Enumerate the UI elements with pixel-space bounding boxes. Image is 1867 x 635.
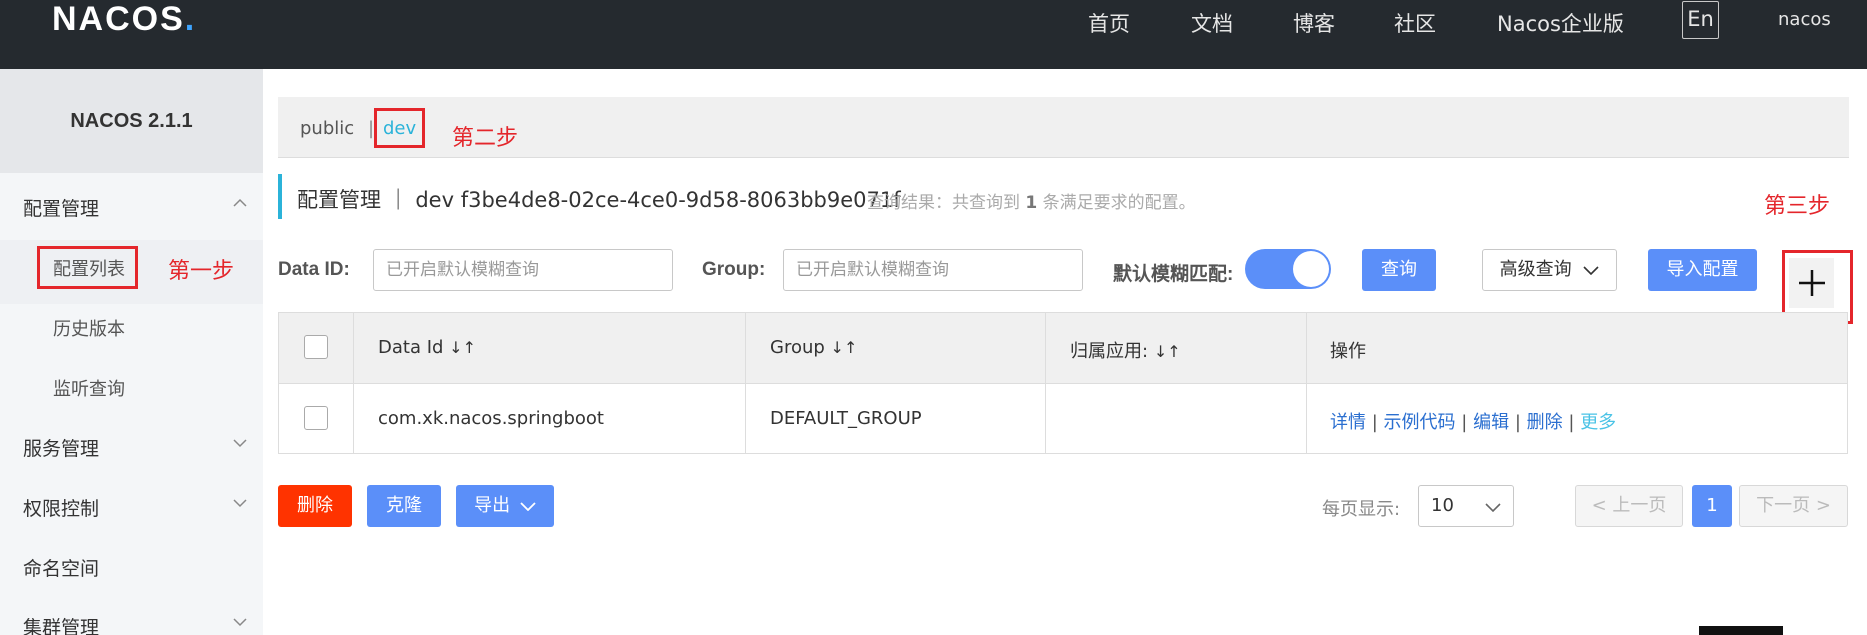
sidebar-item-history[interactable]: 历史版本 <box>53 315 125 341</box>
row-operations: 详情 | 示例代码 | 编辑 | 删除 | 更多 <box>1330 412 1617 433</box>
query-result-text: 查询结果：共查询到 1 条满足要求的配置。 <box>867 193 1196 213</box>
toggle-knob <box>1293 251 1329 287</box>
sidebar: NACOS 2.1.1 配置管理 配置列表 历史版本 监听查询 服务管理 权限控… <box>0 69 263 635</box>
version-label: NACOS 2.1.1 <box>0 69 263 173</box>
detail-link[interactable]: 详情 <box>1330 412 1366 433</box>
fuzzy-match-label: 默认模糊匹配: <box>1113 264 1234 285</box>
user-menu[interactable]: nacos <box>1778 9 1831 30</box>
sidebar-group-config[interactable]: 配置管理 <box>23 194 99 221</box>
nav-docs[interactable]: 文档 <box>1191 8 1233 38</box>
chevron-left-icon: < <box>1591 495 1607 516</box>
sort-icon[interactable]: ↓↑ <box>1154 342 1181 361</box>
sample-code-link[interactable]: 示例代码 <box>1384 412 1456 433</box>
corner-watermark <box>1699 626 1783 635</box>
table-header <box>279 313 1847 384</box>
chevron-down-icon[interactable] <box>233 496 247 512</box>
group-input[interactable]: 已开启默认模糊查询 <box>783 249 1083 291</box>
more-link[interactable]: 更多 <box>1580 412 1616 433</box>
title-accent-bar <box>278 174 282 219</box>
prev-page-button[interactable]: < 上一页 <box>1575 485 1683 527</box>
sidebar-group-service[interactable]: 服务管理 <box>23 434 99 461</box>
chevron-down-icon <box>1485 503 1501 512</box>
advanced-query-label: 高级查询 <box>1499 259 1572 280</box>
chevron-down-icon[interactable] <box>233 615 247 631</box>
top-nav-bar: NACOS. 首页 文档 博客 社区 Nacos企业版 En nacos <box>0 0 1867 69</box>
column-header-app[interactable]: 归属应用: ↓↑ <box>1070 337 1181 363</box>
page-size-select[interactable]: 10 <box>1418 485 1514 527</box>
delete-button[interactable]: 删除 <box>278 485 352 527</box>
step2-annotation: 第二步 <box>452 126 519 151</box>
column-header-group[interactable]: Group ↓↑ <box>770 337 857 358</box>
current-page-button[interactable]: 1 <box>1692 485 1732 527</box>
advanced-query-button[interactable]: 高级查询 <box>1482 249 1617 291</box>
next-page-button[interactable]: 下一页 > <box>1739 485 1848 527</box>
sort-icon[interactable]: ↓↑ <box>449 338 476 357</box>
language-toggle-button[interactable]: En <box>1682 1 1719 39</box>
step1-highlight-box <box>37 246 138 289</box>
column-header-data-id[interactable]: Data Id ↓↑ <box>378 337 476 358</box>
chevron-right-icon: > <box>1815 495 1831 516</box>
nacos-logo[interactable]: NACOS. <box>52 0 196 39</box>
export-button[interactable]: 导出 <box>456 485 554 527</box>
export-label: 导出 <box>474 495 511 516</box>
group-label: Group: <box>702 259 766 280</box>
import-config-button[interactable]: 导入配置 <box>1648 249 1757 291</box>
select-all-checkbox[interactable] <box>304 335 328 359</box>
page-size-label: 每页显示: <box>1322 499 1401 520</box>
sidebar-group-cluster[interactable]: 集群管理 <box>23 613 99 635</box>
fuzzy-match-toggle[interactable] <box>1245 249 1331 289</box>
nav-home[interactable]: 首页 <box>1088 8 1130 38</box>
nav-community[interactable]: 社区 <box>1394 8 1436 38</box>
step2-highlight-box <box>374 108 425 148</box>
chevron-down-icon[interactable] <box>233 436 247 452</box>
step3-annotation: 第三步 <box>1764 194 1831 219</box>
config-table: Data Id ↓↑ Group ↓↑ 归属应用: ↓↑ 操作 com.xk.n… <box>278 312 1848 454</box>
cell-data-id: com.xk.nacos.springboot <box>378 408 604 429</box>
data-id-input[interactable]: 已开启默认模糊查询 <box>373 249 673 291</box>
chevron-down-icon <box>520 502 536 512</box>
chevron-up-icon[interactable] <box>233 196 247 212</box>
namespace-tab-public[interactable]: public <box>300 118 354 139</box>
page-size-value: 10 <box>1431 495 1454 516</box>
sidebar-group-namespace[interactable]: 命名空间 <box>23 554 99 581</box>
page-title: 配置管理 ｜ dev f3be4de8-02ce-4ce0-9d58-8063b… <box>297 188 901 212</box>
sidebar-item-listener[interactable]: 监听查询 <box>53 375 125 401</box>
sidebar-group-auth[interactable]: 权限控制 <box>23 494 99 521</box>
clone-button[interactable]: 克隆 <box>367 485 441 527</box>
nav-enterprise[interactable]: Nacos企业版 <box>1497 8 1624 38</box>
column-header-ops: 操作 <box>1330 341 1366 362</box>
data-id-label: Data ID: <box>278 259 350 280</box>
chevron-down-icon <box>1583 266 1599 276</box>
nav-blog[interactable]: 博客 <box>1293 8 1335 38</box>
sort-icon[interactable]: ↓↑ <box>831 338 858 357</box>
cell-group: DEFAULT_GROUP <box>770 408 922 429</box>
row-checkbox[interactable] <box>304 406 328 430</box>
query-button[interactable]: 查询 <box>1362 249 1436 291</box>
delete-link[interactable]: 删除 <box>1527 412 1563 433</box>
step1-annotation: 第一步 <box>168 259 235 284</box>
edit-link[interactable]: 编辑 <box>1473 412 1509 433</box>
